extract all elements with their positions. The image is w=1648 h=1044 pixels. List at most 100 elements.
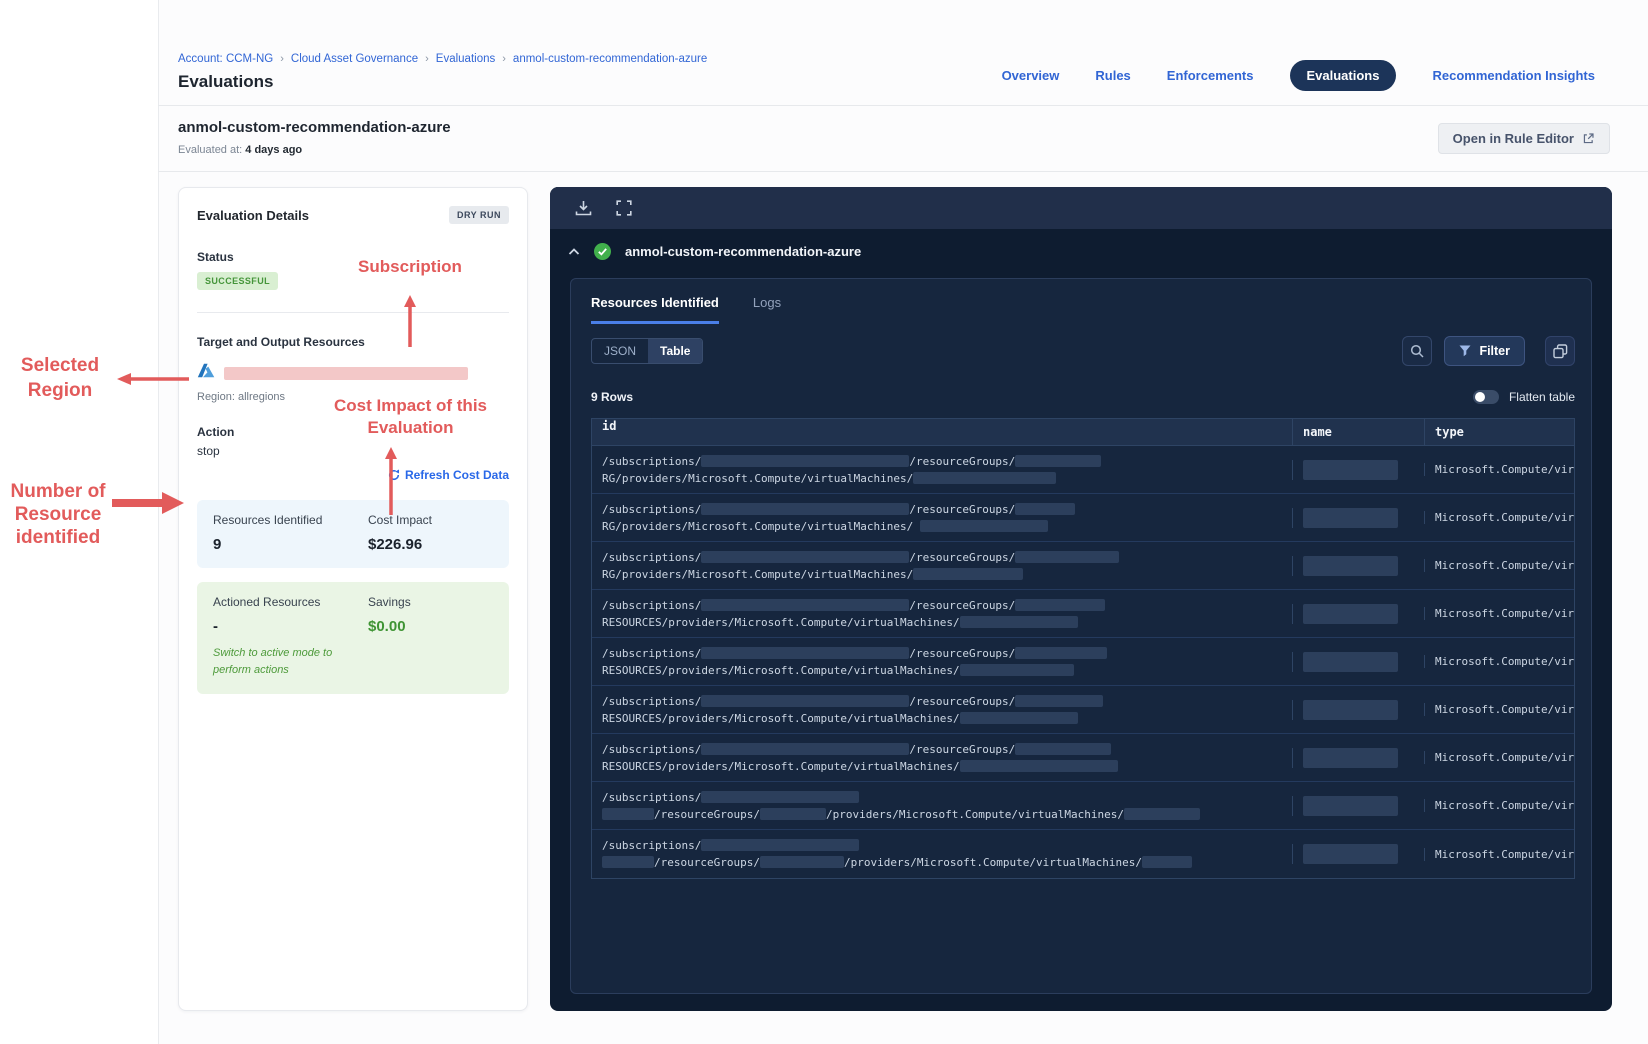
nav-tab-enforcements[interactable]: Enforcements: [1167, 68, 1254, 83]
resources-card: Resources Identified Logs JSON Table Fil…: [570, 278, 1592, 994]
breadcrumb-separator: ›: [425, 53, 429, 65]
id-text: /resourceGroups/: [909, 550, 1016, 564]
table-row[interactable]: /subscriptions/ /resourceGroups/RESOURCES…: [592, 590, 1574, 638]
id-line: /subscriptions/: [602, 837, 1282, 854]
redacted-value: [1015, 454, 1102, 467]
breadcrumb-governance[interactable]: Cloud Asset Governance: [291, 53, 418, 65]
type-cell: Microsoft.Compute/virtu: [1424, 607, 1574, 620]
view-table-option[interactable]: Table: [648, 339, 703, 363]
filter-funnel-icon: [1459, 345, 1471, 357]
azure-icon: [197, 363, 215, 383]
table-row[interactable]: /subscriptions/ /resourceGroups/RG/provid…: [592, 446, 1574, 494]
switch-mode-note: Switch to active mode to perform actions: [213, 645, 493, 679]
breadcrumb-evaluations[interactable]: Evaluations: [436, 53, 495, 65]
copy-icon: [1552, 343, 1568, 359]
id-line: RESOURCES/providers/Microsoft.Compute/vi…: [602, 710, 1282, 727]
id-cell: /subscriptions/ /resourceGroups/RG/provid…: [592, 549, 1292, 583]
external-link-icon: [1582, 132, 1595, 145]
copy-button[interactable]: [1545, 336, 1575, 366]
refresh-cost-data-label: Refresh Cost Data: [404, 468, 509, 482]
id-line: RESOURCES/providers/Microsoft.Compute/vi…: [602, 662, 1282, 679]
column-header-type[interactable]: type: [1424, 419, 1574, 445]
nav-tab-evaluations[interactable]: Evaluations: [1289, 60, 1397, 91]
nav-tab-overview[interactable]: Overview: [1002, 68, 1060, 83]
refresh-cost-data-link[interactable]: Refresh Cost Data: [388, 468, 509, 482]
cost-impact-value: $226.96: [368, 536, 423, 553]
id-text: RESOURCES/providers/Microsoft.Compute/vi…: [602, 663, 960, 677]
id-text: /resourceGroups/: [654, 807, 760, 821]
type-value: Microsoft.Compute/virtu: [1435, 799, 1574, 812]
search-button[interactable]: [1402, 336, 1433, 366]
table-row[interactable]: /subscriptions/ /resourceGroups/RG/provid…: [592, 494, 1574, 542]
annotation-arrow-up-subscription: [404, 295, 416, 347]
redacted-value: [1303, 603, 1398, 624]
tab-resources-identified[interactable]: Resources Identified: [591, 295, 719, 324]
type-value: Microsoft.Compute/virtu: [1435, 559, 1574, 572]
id-text: /providers/Microsoft.Compute/virtualMach…: [843, 856, 1142, 869]
resources-table: id name type /subscriptions/ /resourceGro…: [591, 418, 1575, 879]
evaluation-details-card: Evaluation Details DRY RUN Status SUCCES…: [178, 187, 528, 1011]
redacted-value: [1015, 598, 1106, 611]
id-line: /subscriptions/ /resourceGroups/: [602, 693, 1282, 710]
subscription-redacted-bar: [224, 366, 468, 380]
type-cell: Microsoft.Compute/virtu: [1424, 847, 1574, 861]
table-row[interactable]: /subscriptions/ /resourceGroups/ /provider…: [592, 782, 1574, 830]
actioned-resources-label: Actioned Resources: [213, 595, 321, 609]
top-header: Account: CCM-NG › Cloud Asset Governance › E…: [158, 0, 1648, 106]
annotation-number-of-resources: Number of Resource identified: [2, 480, 114, 549]
id-text: /resourceGroups/: [654, 856, 760, 869]
name-cell: [1292, 699, 1424, 720]
filter-label: Filter: [1479, 344, 1510, 358]
column-header-name[interactable]: name: [1292, 419, 1424, 445]
table-row[interactable]: /subscriptions/ /resourceGroups/RESOURCES…: [592, 734, 1574, 782]
id-line: RESOURCES/providers/Microsoft.Compute/vi…: [602, 758, 1282, 775]
type-value: Microsoft.Compute/virtu: [1435, 655, 1574, 668]
table-row[interactable]: /subscriptions/ /resourceGroups/ /provider…: [592, 830, 1574, 878]
toggle-knob: [1474, 392, 1485, 402]
name-cell: [1292, 651, 1424, 672]
redacted-value: [602, 856, 654, 868]
breadcrumb-separator: ›: [502, 53, 506, 65]
actioned-resources-value: -: [213, 618, 218, 635]
column-header-id[interactable]: id: [592, 419, 1292, 445]
redacted-value: [701, 454, 910, 467]
type-value: Microsoft.Compute/virtu: [1435, 463, 1574, 476]
table-row[interactable]: /subscriptions/ /resourceGroups/RESOURCES…: [592, 638, 1574, 686]
id-text: /resourceGroups/: [909, 502, 1016, 516]
redacted-value: [701, 646, 910, 659]
id-line: RG/providers/Microsoft.Compute/virtualMa…: [602, 566, 1282, 583]
table-row[interactable]: /subscriptions/ /resourceGroups/RG/provid…: [592, 542, 1574, 590]
collapse-chevron-icon[interactable]: [568, 247, 580, 256]
id-line: /subscriptions/ /resourceGroups/: [602, 501, 1282, 518]
nav-tab-recommendation-insights[interactable]: Recommendation Insights: [1432, 68, 1595, 83]
id-line: /subscriptions/ /resourceGroups/: [602, 645, 1282, 662]
flatten-table-toggle[interactable]: [1472, 390, 1499, 404]
type-value: Microsoft.Compute/virtu: [1435, 751, 1574, 764]
redacted-value: [701, 598, 910, 611]
table-row[interactable]: /subscriptions/ /resourceGroups/RESOURCES…: [592, 686, 1574, 734]
type-value: Microsoft.Compute/virtu: [1435, 511, 1574, 524]
redacted-value: [1303, 507, 1398, 528]
view-json-option[interactable]: JSON: [592, 339, 648, 363]
tab-logs[interactable]: Logs: [753, 295, 781, 324]
id-text: /resourceGroups/: [909, 742, 1016, 756]
type-cell: Microsoft.Compute/virtu: [1424, 799, 1574, 812]
type-value: Microsoft.Compute/virtu: [1435, 847, 1574, 861]
rows-count: 9 Rows: [591, 390, 634, 404]
redacted-value: [701, 550, 910, 563]
download-icon[interactable]: [575, 200, 592, 216]
results-toolbar: [550, 187, 1612, 229]
resources-tabs: Resources Identified Logs: [591, 295, 1575, 324]
nav-tab-rules[interactable]: Rules: [1095, 68, 1130, 83]
fullscreen-icon[interactable]: [616, 200, 632, 216]
open-rule-editor-button[interactable]: Open in Rule Editor: [1437, 123, 1610, 154]
redacted-value: [1303, 459, 1398, 480]
id-text: /subscriptions/: [602, 454, 702, 468]
name-cell: [1292, 603, 1424, 624]
cost-impact-label: Cost Impact: [368, 513, 433, 527]
redacted-value: [959, 615, 1078, 628]
id-text: /subscriptions/: [602, 790, 702, 804]
filter-button[interactable]: Filter: [1444, 336, 1525, 366]
type-cell: Microsoft.Compute/virtu: [1424, 511, 1574, 524]
breadcrumb-account[interactable]: Account: CCM-NG: [178, 53, 273, 65]
